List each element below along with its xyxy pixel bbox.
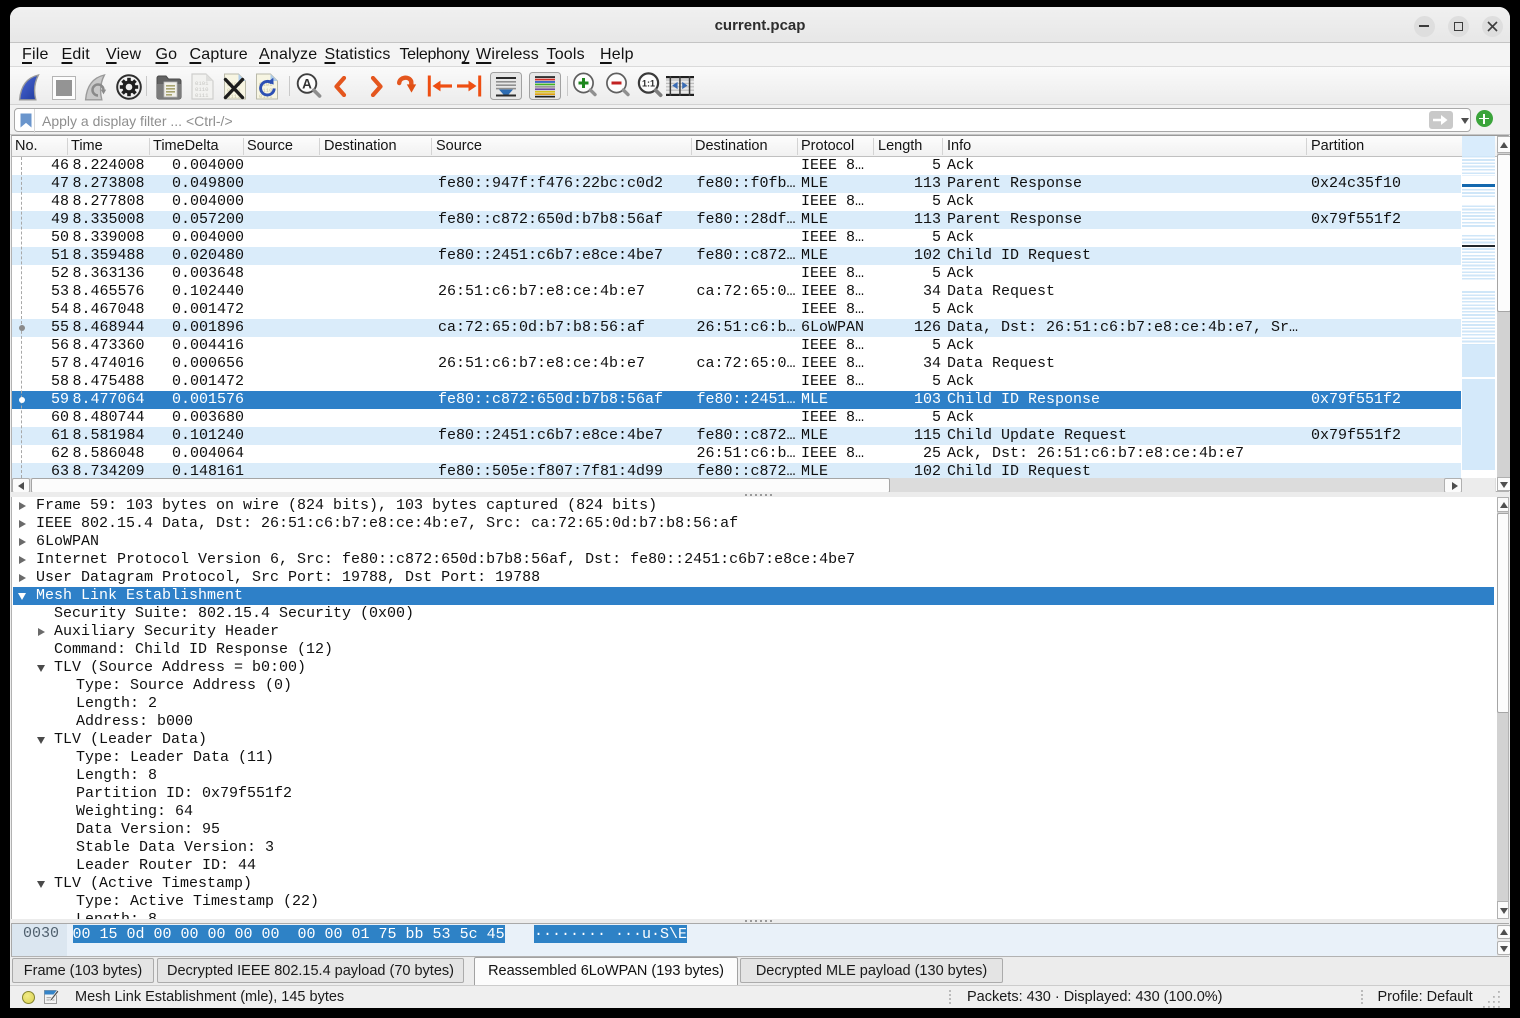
svg-text:0111: 0111 bbox=[195, 92, 209, 99]
svg-text:1:1: 1:1 bbox=[642, 79, 655, 89]
svg-text:A: A bbox=[302, 76, 312, 91]
